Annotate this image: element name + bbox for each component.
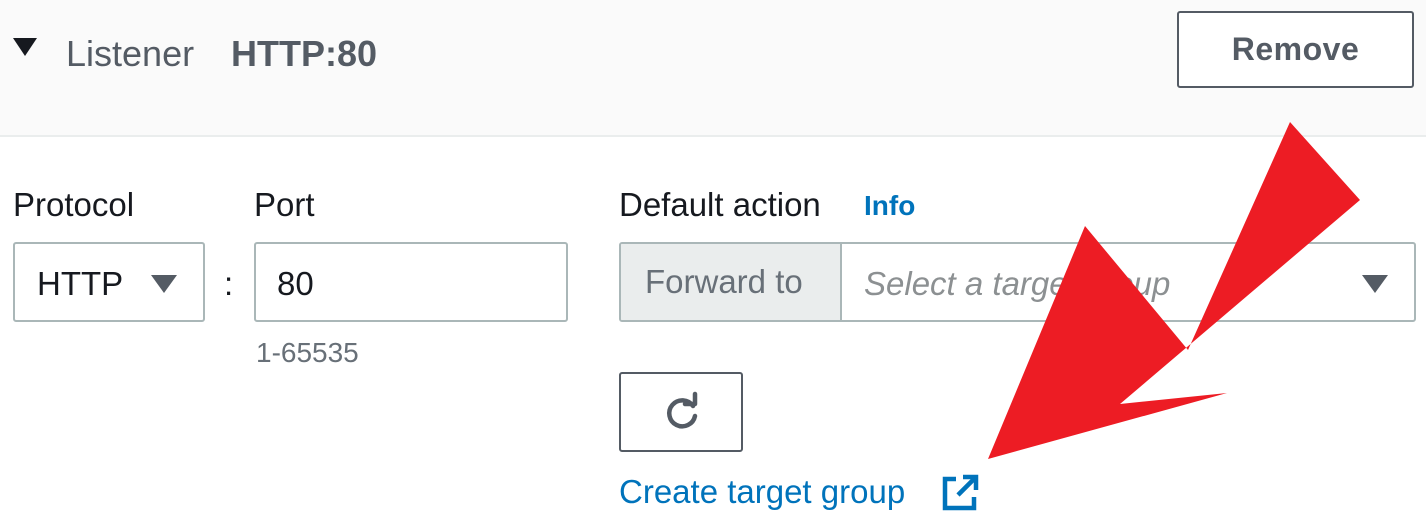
collapse-toggle-icon[interactable] xyxy=(13,38,37,56)
default-action-select[interactable]: Forward to Select a target group xyxy=(619,242,1416,322)
external-link-icon[interactable] xyxy=(940,473,980,513)
remove-button[interactable]: Remove xyxy=(1177,11,1414,88)
protocol-port-separator: : xyxy=(224,265,234,302)
protocol-select[interactable]: HTTP xyxy=(13,242,205,322)
default-action-label: Default action xyxy=(619,186,821,223)
target-group-placeholder: Select a target group xyxy=(864,265,1171,302)
protocol-label: Protocol xyxy=(13,186,135,223)
listener-header: Listener HTTP:80 Remove xyxy=(0,0,1426,137)
chevron-down-icon xyxy=(1362,275,1388,293)
port-range-hint: 1-65535 xyxy=(256,337,359,368)
chevron-down-icon xyxy=(151,275,177,293)
port-input[interactable]: 80 xyxy=(254,242,568,322)
port-label: Port xyxy=(254,186,315,223)
create-target-group-link[interactable]: Create target group xyxy=(619,470,905,514)
refresh-icon xyxy=(667,391,698,429)
info-link[interactable]: Info xyxy=(864,186,915,226)
refresh-button[interactable] xyxy=(619,372,743,452)
listener-title: Listener xyxy=(66,33,195,74)
listener-subtitle: HTTP:80 xyxy=(231,33,378,74)
forward-to-prefix: Forward to xyxy=(621,244,842,320)
protocol-select-value: HTTP xyxy=(37,265,124,302)
port-input-value: 80 xyxy=(277,265,314,302)
forward-to-label: Forward to xyxy=(645,263,803,300)
